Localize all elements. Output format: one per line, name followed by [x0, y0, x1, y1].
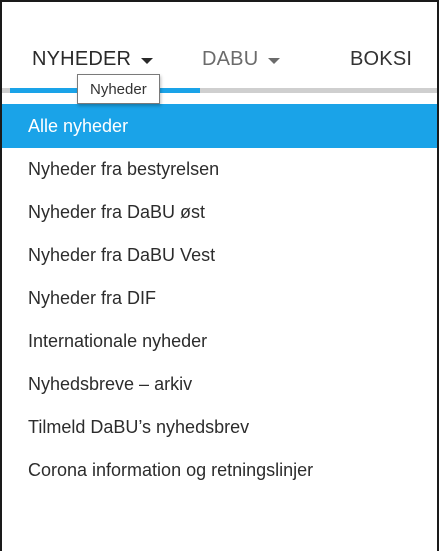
- menu-item-tilmeld-nyhedsbrev[interactable]: Tilmeld DaBU’s nyhedsbrev: [2, 406, 437, 449]
- nav-item-nyheder[interactable]: NYHEDER: [32, 48, 154, 71]
- menu-item-nyhedsbreve-arkiv[interactable]: Nyhedsbreve – arkiv: [2, 363, 437, 406]
- menu-item-nyheder-fra-bestyrelsen[interactable]: Nyheder fra bestyrelsen: [2, 148, 437, 191]
- screenshot-frame: NYHEDER DABU BOKSI Nyheder Alle nyheder …: [0, 0, 439, 551]
- nav-item-boksi[interactable]: BOKSI: [350, 48, 412, 71]
- chevron-down-icon: [141, 57, 154, 64]
- nav-item-dabu[interactable]: DABU: [202, 48, 281, 71]
- nyheder-dropdown-menu: Alle nyheder Nyheder fra bestyrelsen Nyh…: [2, 104, 437, 492]
- nav-item-dabu-label: DABU: [202, 48, 259, 70]
- menu-item-corona-information[interactable]: Corona information og retningslinjer: [2, 449, 437, 492]
- nav-item-nyheder-label: NYHEDER: [32, 48, 132, 70]
- chevron-down-icon: [268, 57, 281, 64]
- top-navigation-bar: NYHEDER DABU BOKSI: [2, 2, 437, 88]
- nav-item-boksi-label: BOKSI: [350, 48, 413, 70]
- menu-item-alle-nyheder[interactable]: Alle nyheder: [2, 104, 437, 148]
- menu-item-nyheder-fra-dabu-vest[interactable]: Nyheder fra DaBU Vest: [2, 234, 437, 277]
- tooltip: Nyheder: [77, 74, 160, 104]
- menu-item-nyheder-fra-dif[interactable]: Nyheder fra DIF: [2, 277, 437, 320]
- menu-item-internationale-nyheder[interactable]: Internationale nyheder: [2, 320, 437, 363]
- menu-item-nyheder-fra-dabu-oest[interactable]: Nyheder fra DaBU øst: [2, 191, 437, 234]
